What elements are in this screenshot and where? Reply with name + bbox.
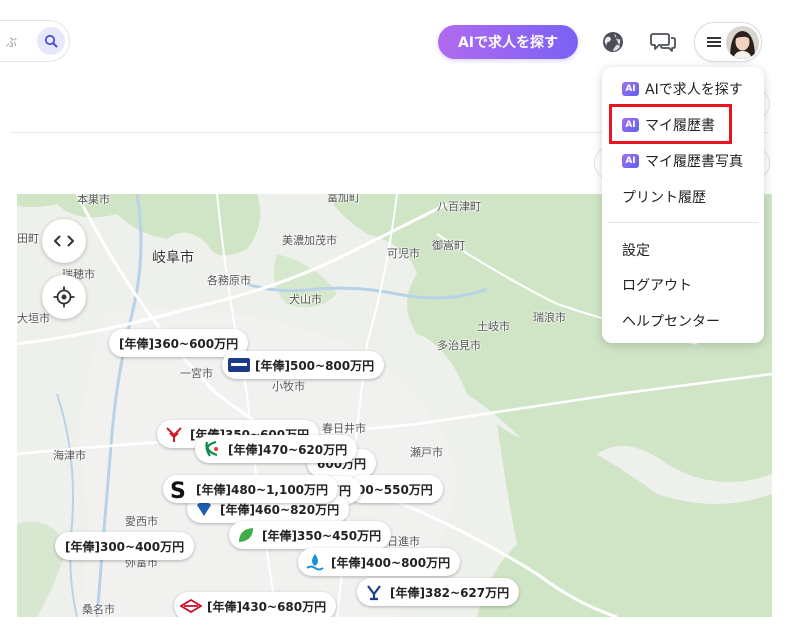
language-button[interactable] (600, 29, 626, 55)
job-pin[interactable]: 00~550万円 (347, 475, 443, 503)
job-pin[interactable]: [年俸]350~450万円 (229, 521, 392, 549)
current-location-button[interactable] (42, 275, 86, 319)
place-label: 小牧市 (272, 380, 305, 393)
menu-item-label: 設定 (622, 243, 650, 259)
ai-job-search-button[interactable]: AIで求人を探す (438, 25, 578, 59)
place-label: 可児市 (387, 247, 420, 260)
menu-item-label: マイ履歴書写真 (645, 154, 743, 170)
salary-label: [年俸]500~800万円 (255, 358, 375, 373)
salary-label: [年俸]480~1,100万円 (196, 482, 329, 497)
hamburger-icon (707, 37, 721, 47)
company-logo-icon (180, 595, 202, 617)
place-label: 日進市 (387, 535, 420, 548)
job-pin[interactable]: [年俸]470~620万円 (195, 435, 358, 463)
menu-divider (608, 222, 758, 223)
menu-item-label: ヘルプセンター (622, 314, 720, 330)
search-icon (44, 34, 58, 48)
company-logo-icon (363, 581, 385, 603)
job-pin[interactable]: S [年俸]480~1,100万円 (163, 475, 339, 503)
salary-label: [年俸]350~450万円 (262, 528, 382, 543)
place-label: 春日井市 (322, 422, 366, 435)
place-label: 各務原市 (207, 274, 251, 287)
messages-button[interactable] (650, 29, 676, 55)
place-label: 海津市 (53, 449, 86, 462)
app-root: ぶ AIで求人を探す 本巣市 富加町 八百津町 田町 岐阜市 美濃加茂市 御嵩町… (0, 0, 789, 637)
company-logo-icon: S (169, 478, 191, 500)
place-label: 愛西市 (125, 515, 158, 528)
company-logo-icon (235, 524, 257, 546)
search-input-fragment[interactable]: ぶ (6, 34, 17, 50)
chat-icon (650, 33, 676, 52)
place-label: 八百津町 (437, 200, 481, 213)
menu-item-label: AIで求人を探す (645, 82, 743, 98)
salary-label: [年俸]470~620万円 (228, 442, 348, 457)
place-label: 瑞浪市 (533, 311, 566, 324)
place-label: 桑名市 (82, 603, 115, 616)
ai-icon: AI (622, 154, 639, 168)
place-label: 犬山市 (289, 293, 322, 306)
place-label: 本巣市 (77, 194, 110, 206)
job-pin[interactable]: [年俸]430~680万円 (174, 592, 337, 617)
salary-label: [年俸]430~680万円 (207, 599, 327, 614)
svg-text:S: S (170, 479, 186, 500)
company-logo-icon (201, 438, 223, 460)
embed-code-button[interactable] (42, 219, 86, 263)
globe-icon (603, 32, 623, 52)
job-pin[interactable]: [年俸]300~400万円 (55, 532, 195, 560)
company-logo-icon (304, 551, 326, 573)
salary-label: [年俸]400~800万円 (331, 555, 451, 570)
avatar (726, 26, 759, 59)
code-icon (54, 235, 74, 247)
account-menu-button[interactable] (694, 22, 762, 62)
place-label: 多治見市 (437, 339, 481, 352)
place-label: 岐阜市 (152, 250, 194, 266)
menu-item-ai-job-search[interactable]: AI AIで求人を探す (602, 72, 764, 106)
search-button[interactable] (37, 27, 65, 55)
menu-item-label: プリント履歴 (622, 190, 706, 206)
place-label: 美濃加茂市 (282, 234, 337, 247)
salary-label: 00~550万円 (357, 482, 433, 497)
menu-item-resume-photo[interactable]: AI マイ履歴書写真 (602, 144, 764, 178)
place-label: 一宮市 (180, 367, 213, 380)
menu-item-settings[interactable]: 設定 (602, 233, 764, 267)
locate-icon (53, 286, 75, 308)
place-label: 御嵩町 (432, 239, 465, 252)
company-logo-icon (163, 423, 185, 445)
place-label: 田町 (17, 232, 39, 245)
highlight-box (609, 104, 732, 144)
salary-label: [年俸]300~400万円 (65, 539, 185, 554)
salary-label: [年俸]382~627万円 (390, 585, 510, 600)
search-bar[interactable]: ぶ (0, 20, 70, 62)
job-pin[interactable]: [年俸]382~627万円 (357, 578, 520, 606)
menu-item-label: ログアウト (622, 278, 692, 294)
job-pin[interactable]: [年俸]500~800万円 (222, 351, 385, 379)
place-label: 富加町 (327, 194, 360, 204)
menu-item-print-history[interactable]: プリント履歴 (602, 180, 764, 214)
menu-item-help-center[interactable]: ヘルプセンター (602, 304, 764, 338)
job-pin[interactable]: [年俸]400~800万円 (298, 548, 461, 576)
salary-label: [年俸]360~600万円 (119, 336, 239, 351)
company-logo-icon (228, 354, 250, 376)
salary-label: [年俸]460~820万円 (220, 502, 340, 517)
place-label: 大垣市 (17, 312, 50, 325)
place-label: 土岐市 (477, 320, 510, 333)
menu-item-logout[interactable]: ログアウト (602, 268, 764, 302)
ai-icon: AI (622, 82, 639, 96)
place-label: 瀬戸市 (410, 446, 443, 459)
